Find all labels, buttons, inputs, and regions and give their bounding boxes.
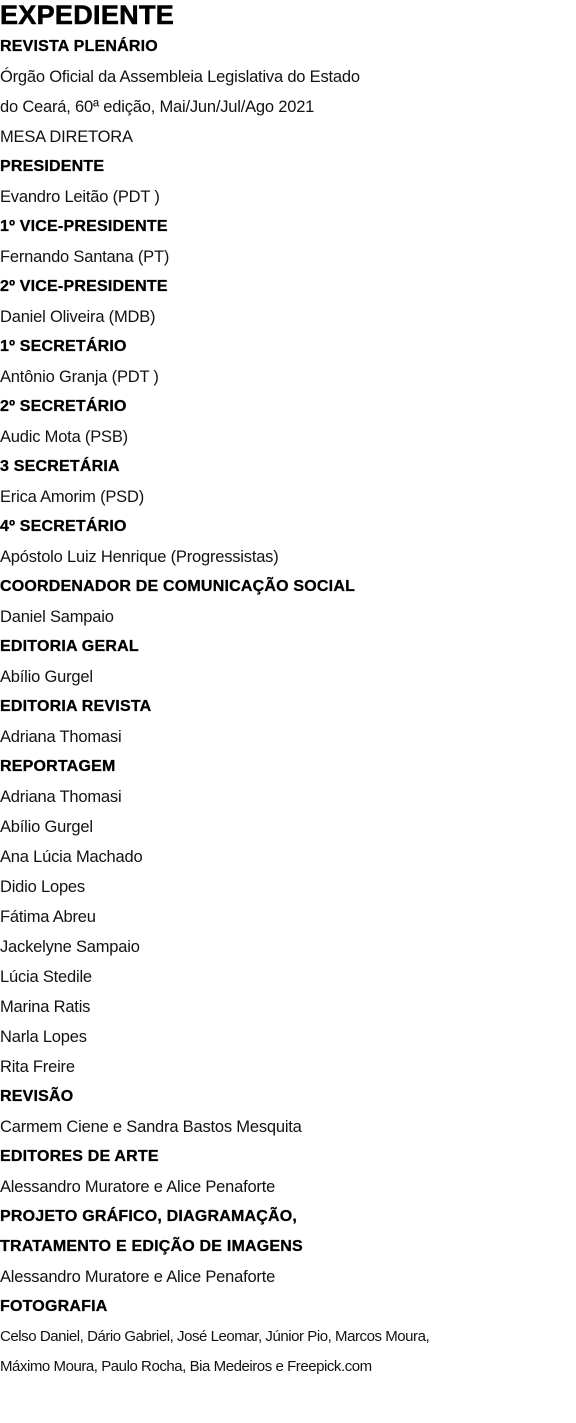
credit-line: do Ceará, 60ª edição, Mai/Jun/Jul/Ago 20…: [0, 98, 315, 116]
credit-line: Adriana Thomasi: [0, 728, 122, 746]
section-heading: EDITORIA REVISTA: [0, 698, 152, 715]
credit-line: Carmem Ciene e Sandra Bastos Mesquita: [0, 1118, 302, 1136]
credit-line: Antônio Granja (PDT ): [0, 368, 159, 386]
section-heading: EDITORIA GERAL: [0, 638, 139, 655]
credit-line: Máximo Moura, Paulo Rocha, Bia Medeiros …: [0, 1358, 372, 1375]
section-heading: 1º VICE-PRESIDENTE: [0, 218, 168, 235]
credit-line: Abílio Gurgel: [0, 668, 93, 686]
credit-line: Alessandro Muratore e Alice Penaforte: [0, 1268, 276, 1286]
section-heading: PROJETO GRÁFICO, DIAGRAMAÇÃO,: [0, 1208, 298, 1225]
page-title: EXPEDIENTE: [0, 0, 175, 30]
section-heading: 4º SECRETÁRIO: [0, 518, 127, 535]
credit-line: Didio Lopes: [0, 878, 85, 896]
section-heading: EDITORES DE ARTE: [0, 1148, 159, 1165]
credit-line: Apóstolo Luiz Henrique (Progressistas): [0, 548, 279, 566]
section-heading: 2º SECRETÁRIO: [0, 398, 127, 415]
section-heading: REPORTAGEM: [0, 758, 116, 775]
credit-line: Rita Freire: [0, 1058, 75, 1076]
credit-line: Abílio Gurgel: [0, 818, 93, 836]
credit-line: Narla Lopes: [0, 1028, 87, 1046]
credits-list: REVISTA PLENÁRIO Órgão Oficial da Assembl…: [0, 32, 576, 1382]
section-heading: PRESIDENTE: [0, 158, 105, 175]
section-heading: REVISTA PLENÁRIO: [0, 38, 158, 55]
section-heading: COORDENADOR DE COMUNICAÇÃO SOCIAL: [0, 578, 356, 595]
credit-line: Marina Ratis: [0, 998, 91, 1016]
credit-line: Adriana Thomasi: [0, 788, 122, 806]
credit-line: Órgão Oficial da Assembleia Legislativa …: [0, 68, 360, 86]
section-heading: TRATAMENTO E EDIÇÃO DE IMAGENS: [0, 1238, 303, 1255]
credit-line: Erica Amorim (PSD): [0, 488, 144, 506]
credit-line: Audic Mota (PSB): [0, 428, 128, 446]
credit-line: Fernando Santana (PT): [0, 248, 170, 266]
credit-line: Celso Daniel, Dário Gabriel, José Leomar…: [0, 1328, 430, 1345]
credit-line: Fátima Abreu: [0, 908, 96, 926]
credit-line: Alessandro Muratore e Alice Penaforte: [0, 1178, 276, 1196]
credit-line: MESA DIRETORA: [0, 128, 133, 146]
credit-line: Evandro Leitão (PDT ): [0, 188, 160, 206]
credit-line: Daniel Sampaio: [0, 608, 114, 626]
section-heading: 1º SECRETÁRIO: [0, 338, 127, 355]
section-heading: 2º VICE-PRESIDENTE: [0, 278, 168, 295]
section-heading: FOTOGRAFIA: [0, 1298, 108, 1315]
section-heading: 3 SECRETÁRIA: [0, 458, 120, 475]
section-heading: REVISÃO: [0, 1088, 74, 1105]
credit-line: Jackelyne Sampaio: [0, 938, 140, 956]
credit-line: Lúcia Stedile: [0, 968, 92, 986]
credit-line: Daniel Oliveira (MDB): [0, 308, 156, 326]
credit-line: Ana Lúcia Machado: [0, 848, 143, 866]
